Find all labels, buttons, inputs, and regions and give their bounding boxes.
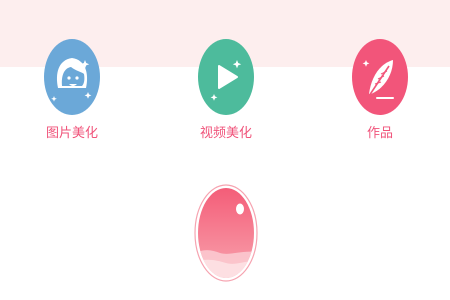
video-beautify-label: 视频美化 [199,126,252,141]
video-beautify-button[interactable]: 视频美化 [176,38,276,158]
photo-beautify-button[interactable]: 图片美化 [22,38,122,158]
photo-beautify-label: 图片美化 [45,126,98,141]
works-label: 作品 [366,126,393,141]
face-sparkle-icon [44,39,100,115]
capture-button-icon[interactable] [194,184,258,282]
feather-quill-icon [352,39,408,115]
play-icon [198,39,254,115]
app-screen: 图片美化 视频美化 作品 [0,0,450,300]
works-button[interactable]: 作品 [330,38,430,158]
